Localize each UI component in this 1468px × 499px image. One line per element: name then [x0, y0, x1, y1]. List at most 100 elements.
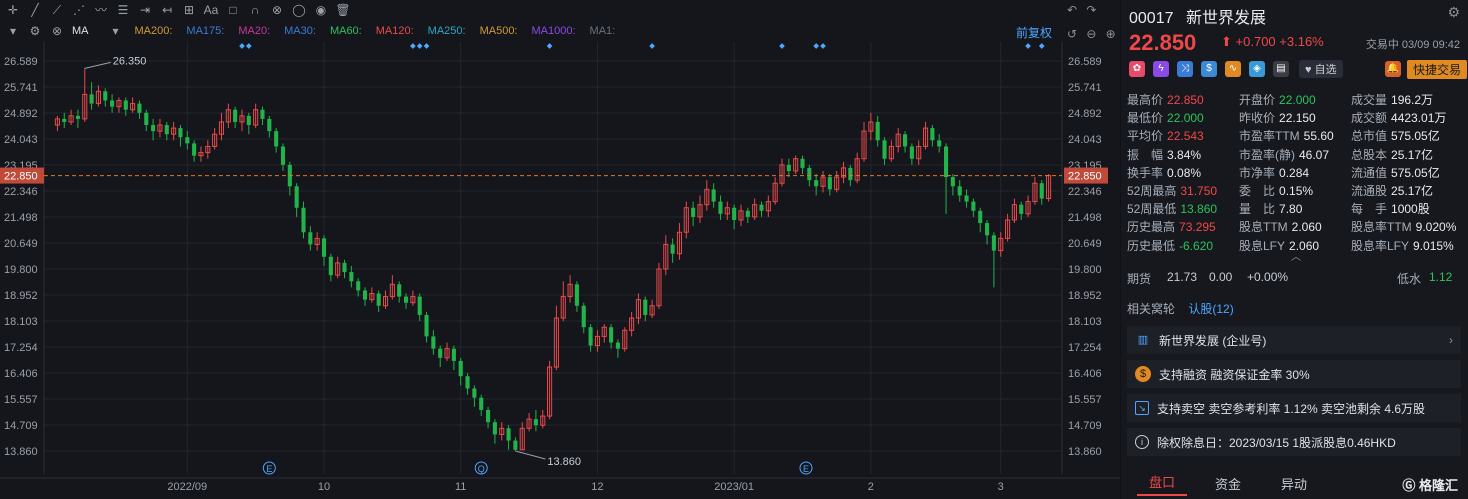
- ma120-label: MA120:: [375, 25, 414, 37]
- tab-capital[interactable]: 资金: [1203, 474, 1253, 493]
- candle-body-down: [308, 232, 313, 245]
- crosshair-icon[interactable]: ✛: [4, 1, 22, 19]
- candlestick-chart[interactable]: 26.589 26.589 25.741 25.741 24.892 24.892 24.0…: [0, 0, 1120, 499]
- ma-indicator-row: ▾ ⚙ ⊗ MA ▾ MA200: MA175: MA20: MA30: MA6…: [0, 20, 1120, 42]
- candle-body-down: [574, 284, 579, 306]
- fast-trade-button[interactable]: 快捷交易: [1407, 60, 1468, 79]
- ma-label[interactable]: MA: [72, 25, 89, 37]
- shuffle-icon[interactable]: ⤨: [1177, 61, 1193, 77]
- chevron-up-icon[interactable]: ︿: [1291, 248, 1301, 263]
- y-tick-left: 22.346: [4, 186, 38, 198]
- candle-body-down: [588, 327, 593, 346]
- square-tool-icon[interactable]: □: [224, 1, 242, 19]
- range-tool-icon[interactable]: ⇥: [136, 1, 154, 19]
- line-tool-icon[interactable]: ╱: [26, 1, 44, 19]
- adjust-mode-button[interactable]: 前复权: [1016, 24, 1052, 41]
- text-tool-icon[interactable]: Aa: [202, 1, 220, 19]
- candle-body-down: [786, 164, 791, 171]
- stat-value: 196.2万: [1391, 93, 1434, 107]
- ray-tool-icon[interactable]: ⟋: [48, 1, 66, 19]
- y-tick-left: 23.195: [4, 160, 38, 172]
- stat-value: 575.05亿: [1391, 129, 1440, 144]
- event-dot: [423, 43, 430, 49]
- stock-name: 新世界发展: [1185, 10, 1266, 27]
- delete-icon[interactable]: 🗑: [334, 1, 352, 19]
- zoom-in-icon[interactable]: ⊕: [1103, 26, 1119, 42]
- stat-value: -6.620: [1179, 238, 1214, 253]
- lightning-icon[interactable]: ϟ: [1153, 61, 1169, 77]
- stat-cell: 振 幅 3.84%: [1127, 146, 1239, 164]
- zoom-out-icon[interactable]: ⊖: [1083, 26, 1099, 42]
- tab-orderbook[interactable]: 盘口: [1137, 472, 1187, 496]
- quote-panel: 00017 新世界发展 ⚙ 22.850 ⬆ +0.700 +3.16% 交易中…: [1121, 0, 1468, 499]
- settings-icon[interactable]: ⚙: [26, 22, 44, 40]
- stat-label: 股息率TTM: [1351, 220, 1412, 235]
- stat-label: 52周最低: [1127, 202, 1177, 217]
- candle-body-down: [451, 348, 456, 361]
- futures-price: 21.73: [1167, 270, 1198, 284]
- hk-flag-icon[interactable]: ✿: [1129, 61, 1145, 77]
- candle-body-up: [54, 118, 60, 126]
- stat-value: 22.850: [1167, 93, 1204, 107]
- candle-body-down: [472, 388, 477, 398]
- dividend-card-text: 除权除息日：2023/03/15 1股派股息0.46HKD: [1157, 435, 1396, 450]
- candle-body-up: [519, 427, 525, 451]
- candle-body-up: [1011, 204, 1017, 221]
- arrow-tool-icon[interactable]: ↤: [158, 1, 176, 19]
- gear-icon[interactable]: ⚙: [1447, 4, 1460, 21]
- chevron-down-icon[interactable]: ▾: [107, 22, 125, 40]
- favorite-button[interactable]: ♥ 自选: [1299, 60, 1343, 78]
- tab-movement[interactable]: 异动: [1269, 474, 1319, 493]
- chart-pane[interactable]: ✛ ╱ ⟋ ⋰ 〰 ☰ ⇥ ↤ ⊞ Aa □ ∩ ⊗ ◯ ◉ 🗑 ▾ ⚙ ⊗ M…: [0, 0, 1120, 499]
- company-card[interactable]: ▥ 新世界发展 (企业号) ›: [1127, 326, 1461, 354]
- collapse-icon[interactable]: ▾: [4, 22, 22, 40]
- measure-tool-icon[interactable]: ⊞: [180, 1, 198, 19]
- candle-body-down: [882, 140, 887, 159]
- link-icon[interactable]: ⊗: [268, 1, 286, 19]
- channel-tool-icon[interactable]: ⋰: [70, 1, 88, 19]
- candle-body-down: [178, 128, 183, 138]
- wave-tool-icon[interactable]: 〰: [92, 1, 110, 19]
- stat-cell: 市净率 0.284: [1239, 164, 1351, 182]
- candle-body-down: [902, 134, 908, 147]
- y-tick-right: 15.557: [1068, 394, 1102, 406]
- building-icon: ▥: [1137, 334, 1149, 346]
- toggle-icon[interactable]: ◯: [290, 1, 308, 19]
- related-warrants: 相关窝轮 认股(12): [1127, 300, 1234, 317]
- y-tick-left: 15.557: [4, 394, 38, 406]
- candle-body-up: [560, 296, 566, 319]
- candle-body-up: [895, 133, 901, 147]
- chart-icon[interactable]: ∿: [1225, 61, 1241, 77]
- warrant-tab[interactable]: 认股(12): [1188, 302, 1233, 316]
- x-tick-label: 3: [998, 481, 1004, 493]
- futures-label: 期货: [1127, 272, 1152, 286]
- candle-body-up: [198, 152, 204, 157]
- candle-body-up: [656, 268, 662, 307]
- candle-body-up: [499, 427, 505, 435]
- candle-body-down: [356, 281, 361, 291]
- y-tick-right: 13.860: [1068, 446, 1102, 458]
- y-tick-right: 23.195: [1068, 160, 1102, 172]
- candle-body-up: [840, 167, 847, 178]
- magnet-icon[interactable]: ∩: [246, 1, 264, 19]
- candle-body-down: [137, 103, 142, 113]
- candle-body-up: [540, 415, 546, 426]
- y-tick-left: 25.741: [4, 82, 38, 94]
- fib-tool-icon[interactable]: ☰: [114, 1, 132, 19]
- redo-icon[interactable]: ↷: [1083, 2, 1099, 18]
- tag-icon[interactable]: ◈: [1249, 61, 1265, 77]
- candle-body-down: [971, 201, 976, 211]
- close-icon[interactable]: ⊗: [48, 22, 66, 40]
- reset-icon[interactable]: ↺: [1064, 26, 1080, 42]
- candle-body-down: [985, 223, 990, 236]
- candle-body-down: [670, 244, 675, 254]
- note-icon[interactable]: ▤: [1273, 61, 1289, 77]
- stats-row: 平均价 22.543 市盈率TTM 55.60 总市值 575.05亿: [1127, 127, 1467, 145]
- dollar-icon[interactable]: $: [1201, 61, 1217, 77]
- bell-icon[interactable]: 🔔: [1385, 61, 1401, 77]
- eye-icon[interactable]: ◉: [312, 1, 330, 19]
- stat-label: 振 幅: [1127, 147, 1164, 162]
- stats-row: 历史最高 73.295 股息TTM 2.060 股息率TTM 9.020%: [1127, 218, 1467, 236]
- undo-icon[interactable]: ↶: [1064, 2, 1080, 18]
- stat-label: 流通值: [1351, 165, 1388, 180]
